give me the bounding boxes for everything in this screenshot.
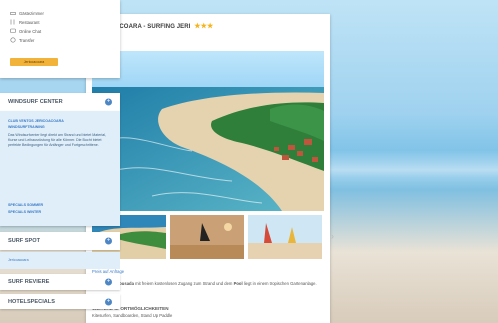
- link-rooms-label: Gästezimmer: [19, 10, 44, 16]
- quick-links-box: Gästezimmer Restaurant Online Chat Trans…: [0, 0, 120, 78]
- link-surf-spot[interactable]: Jericoacoara: [8, 258, 29, 262]
- thumbnail-windsurfers[interactable]: [248, 215, 322, 259]
- link-transfer[interactable]: Transfer: [10, 37, 34, 43]
- surf-reviere-header[interactable]: SURF REVIERE +: [0, 274, 120, 290]
- link-chat-label: Online Chat: [19, 28, 42, 34]
- sidebar: Gästezimmer Restaurant Online Chat Trans…: [0, 0, 120, 309]
- hero-photo[interactable]: [92, 51, 324, 211]
- expand-icon[interactable]: +: [105, 98, 112, 106]
- thumbnail-next-icon[interactable]: ›: [331, 231, 334, 241]
- cutlery-icon: [10, 19, 15, 25]
- surf-spot-header[interactable]: SURF SPOT +: [0, 232, 120, 250]
- link-chat[interactable]: Online Chat: [10, 28, 41, 34]
- link-rooms[interactable]: Gästezimmer: [10, 10, 44, 16]
- thumbnail-windsurf-sunset[interactable]: [170, 215, 244, 259]
- link-restaurant-label: Restaurant: [19, 19, 40, 25]
- bed-icon: [10, 12, 16, 15]
- link-windsurftraining[interactable]: WINDSURFTRAINING: [8, 125, 112, 130]
- surf-reviere-title: SURF REVIERE: [8, 279, 50, 285]
- chat-icon: [10, 28, 16, 33]
- car-icon: [10, 37, 16, 43]
- location-tag-button[interactable]: Jericoacoara: [10, 58, 58, 66]
- expand-icon[interactable]: +: [105, 298, 112, 305]
- photo-thumbnails: ›: [92, 215, 334, 259]
- link-restaurant[interactable]: Restaurant: [10, 19, 39, 25]
- surf-spot-content: Jericoacoara: [0, 252, 120, 269]
- surf-spot-title: SURF SPOT: [8, 238, 41, 244]
- section-text: Kitesurfen, Sandboarden, Stand Up Paddle: [92, 313, 173, 318]
- link-specials-winter[interactable]: SPECIALS WINTER: [8, 210, 112, 215]
- windsurf-center-title: WINDSURF CENTER: [8, 99, 63, 105]
- windsurf-description: Das Windsurfcenter liegt direkt am Stran…: [8, 133, 107, 147]
- hotelspecials-title: HOTELSPECIALS: [8, 298, 55, 305]
- desc-bold2: Pool: [233, 281, 243, 286]
- expand-icon[interactable]: +: [105, 278, 112, 286]
- desc-suffix: liegt in einem tropischen Gartenanlage.: [243, 281, 317, 286]
- expand-icon[interactable]: +: [105, 237, 112, 245]
- link-transfer-label: Transfer: [19, 37, 35, 43]
- hotel-detail-panel: JERICOACOARA - SURFING JERI ★★★ › Preis …: [86, 14, 334, 323]
- price-link[interactable]: Preis auf Anfrage: [92, 269, 317, 275]
- link-club-ventos[interactable]: CLUB VENTOS JERICOACOARA: [8, 119, 112, 124]
- windsurf-center-content: CLUB VENTOS JERICOACOARA WINDSURFTRAININ…: [0, 111, 120, 226]
- rating-stars: ★★★: [194, 23, 214, 30]
- desc-mid: mit freiem kostenlosen Zugang zum Strand…: [135, 281, 233, 286]
- description-text: Die beliebte Pousada mit freiem kostenlo…: [92, 281, 317, 287]
- link-specials-summer[interactable]: SPECIALS SOMMER: [8, 203, 112, 208]
- hotelspecials-header[interactable]: HOTELSPECIALS +: [0, 294, 120, 309]
- windsurf-center-header[interactable]: WINDSURF CENTER +: [0, 93, 120, 111]
